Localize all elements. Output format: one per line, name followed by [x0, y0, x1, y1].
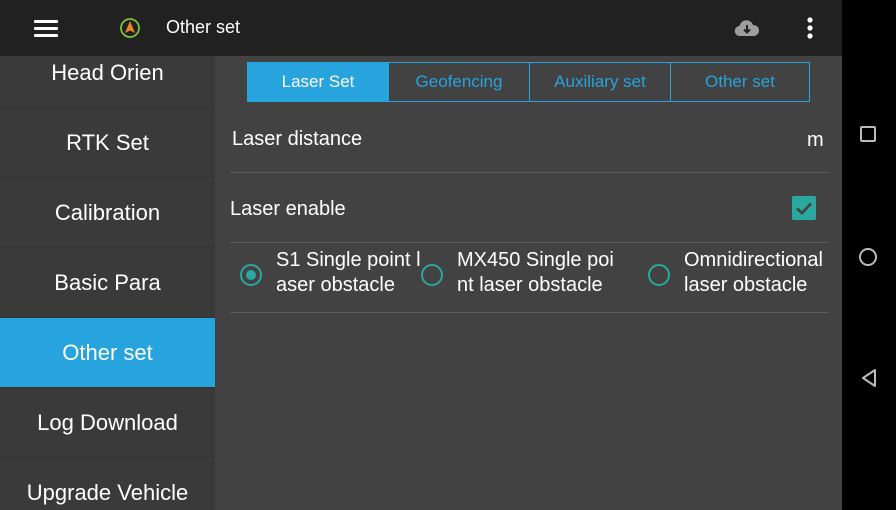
radio-label: Omnidirectional laser obstacle [684, 249, 823, 296]
sidebar-item-label: Other set [62, 339, 153, 365]
laser-distance-unit: m [807, 129, 824, 151]
navigation-arrow-icon [120, 18, 140, 38]
radio-label: S1 Single point laser obstacle [276, 249, 420, 296]
sidebar-item-label: Head Orien [51, 59, 164, 85]
laser-enable-label: Laser enable [230, 198, 346, 220]
sidebar-item-label: Upgrade Vehicle [26, 479, 189, 505]
sidebar-item-log-download[interactable]: Log Download [0, 388, 215, 458]
recent-apps-icon[interactable] [860, 126, 876, 142]
tab-label: Auxiliary set [554, 72, 646, 91]
radio-s1-single-point-laser[interactable]: S1 Single point laser obstacle [240, 244, 420, 308]
divider [230, 242, 828, 243]
settings-tabs: Laser Set Geofencing Auxiliary set Other… [247, 62, 810, 102]
divider [230, 312, 828, 313]
content-panel: Laser Set Geofencing Auxiliary set Other… [215, 56, 842, 510]
menu-icon[interactable] [34, 20, 58, 37]
tab-label: Geofencing [415, 72, 503, 91]
sidebar-item-basic-para[interactable]: Basic Para [0, 248, 215, 318]
sidebar-item-upgrade-vehicle[interactable]: Upgrade Vehicle [0, 458, 215, 510]
home-icon[interactable] [859, 248, 877, 266]
radio-label: MX450 Single point laser obstacle [457, 249, 614, 296]
back-icon[interactable] [859, 368, 879, 388]
sidebar-item-label: RTK Set [66, 129, 149, 155]
sidebar-item-label: Log Download [37, 409, 178, 435]
radio-mx450-single-point-laser[interactable]: MX450 Single point laser obstacle [421, 244, 621, 308]
tab-label: Laser Set [281, 72, 355, 91]
tab-auxiliary-set[interactable]: Auxiliary set [530, 63, 671, 101]
app-screen: Other set Head Orien RTK Set Calibration… [0, 0, 842, 510]
laser-enable-checkbox[interactable] [792, 196, 816, 220]
sidebar: Head Orien RTK Set Calibration Basic Par… [0, 56, 215, 510]
radio-unselected-icon [421, 264, 443, 286]
more-vert-icon[interactable] [802, 16, 818, 42]
system-nav-bar [842, 0, 896, 510]
laser-distance-label: Laser distance [232, 128, 363, 150]
sidebar-item-rtk-set[interactable]: RTK Set [0, 108, 215, 178]
tab-other-set[interactable]: Other set [671, 63, 809, 101]
divider [230, 172, 828, 173]
tab-laser-set[interactable]: Laser Set [248, 63, 389, 101]
page-title: Other set [166, 17, 241, 37]
sidebar-item-label: Calibration [54, 199, 161, 225]
radio-selected-icon [240, 264, 262, 286]
sidebar-item-head-orien[interactable]: Head Orien [0, 56, 215, 108]
sidebar-item-calibration[interactable]: Calibration [0, 178, 215, 248]
radio-omnidirectional-laser[interactable]: Omnidirectional laser obstacle [648, 244, 833, 308]
check-icon [796, 202, 812, 215]
radio-unselected-icon [648, 264, 670, 286]
tab-label: Other set [705, 72, 775, 91]
cloud-download-icon[interactable] [734, 18, 760, 38]
tab-geofencing[interactable]: Geofencing [389, 63, 530, 101]
sidebar-item-label: Basic Para [54, 269, 161, 295]
app-bar: Other set [0, 0, 842, 56]
sidebar-item-other-set[interactable]: Other set [0, 318, 215, 388]
